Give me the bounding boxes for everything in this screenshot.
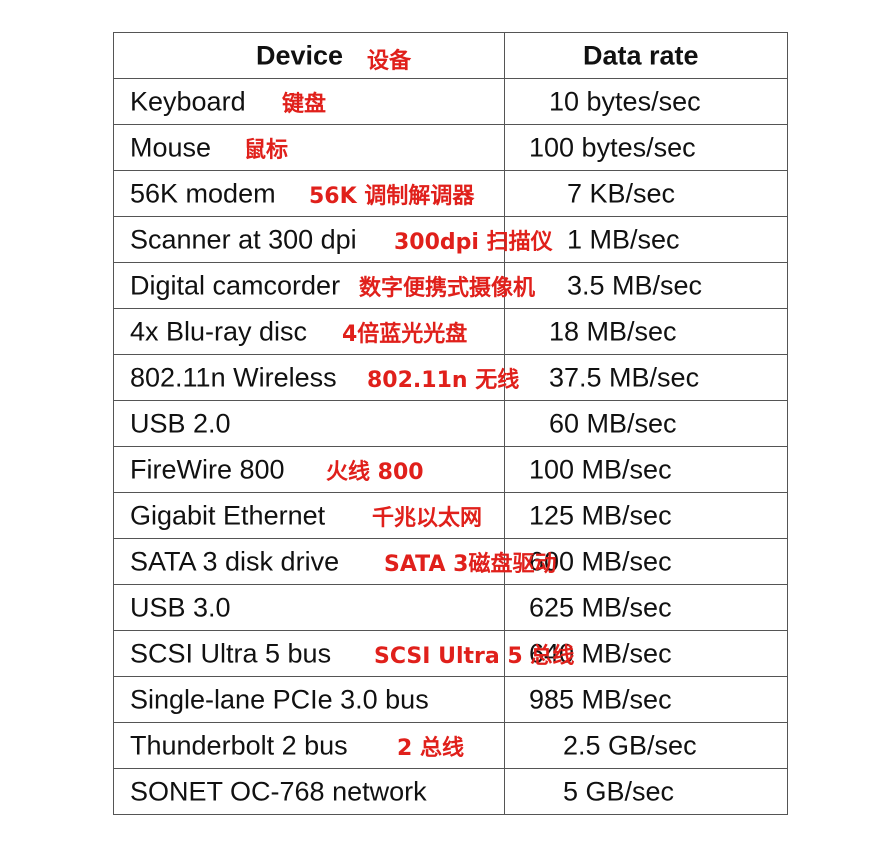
device-name: 56K modem [130, 178, 276, 208]
device-cell: Keyboard 键盘 [113, 78, 505, 125]
device-name: Single-lane PCIe 3.0 bus [130, 684, 429, 714]
device-name-zh: SATA 3磁盘驱动 [384, 551, 557, 577]
data-rate-value: 100 bytes/sec [529, 132, 696, 162]
table-header-row: Device 设备 Data rate [113, 32, 788, 79]
device-name: Keyboard [130, 86, 246, 116]
device-name-zh: 300dpi 扫描仪 [394, 229, 553, 255]
data-rate-value: 125 MB/sec [529, 500, 672, 530]
device-name-zh: 56K 调制解调器 [309, 183, 475, 209]
data-rate-value: 18 MB/sec [549, 316, 677, 346]
data-rate-value: 985 MB/sec [529, 684, 672, 714]
device-cell: USB 2.0 [113, 400, 505, 447]
device-name: Mouse [130, 132, 212, 162]
device-name: USB 3.0 [130, 592, 231, 622]
device-cell: FireWire 800 火线 800 [113, 446, 505, 493]
device-cell: Gigabit Ethernet 千兆以太网 [113, 492, 505, 539]
data-rate-cell: 100 MB/sec [504, 446, 788, 493]
table-row: SONET OC-768 network 5 GB/sec [113, 768, 788, 815]
data-rate-header-label: Data rate [583, 40, 699, 70]
device-name-zh: 键盘 [282, 91, 327, 117]
table-row: SCSI Ultra 5 bus SCSI Ultra 5 总线 640 MB/se… [113, 630, 788, 677]
data-rate-table: Device 设备 Data rate Keyboard 键盘 10 bytes/s… [113, 32, 788, 815]
table-row: Single-lane PCIe 3.0 bus 985 MB/sec [113, 676, 788, 723]
device-name: 802.11n Wireless [130, 362, 337, 392]
data-rate-value: 5 GB/sec [563, 776, 675, 806]
table-row: 4x Blu-ray disc 4倍蓝光光盘 18 MB/sec [113, 308, 788, 355]
table-row: 802.11n Wireless 802.11n 无线 37.5 MB/sec [113, 354, 788, 401]
data-rate-value: 3.5 MB/sec [567, 270, 703, 300]
data-rate-cell: 5 GB/sec [504, 768, 788, 815]
device-cell: SATA 3 disk drive SATA 3磁盘驱动 [113, 538, 556, 585]
device-cell: Mouse 鼠标 [113, 124, 505, 171]
device-name: SATA 3 disk drive [130, 546, 340, 576]
device-name-zh: 鼠标 [244, 137, 289, 163]
data-rate-cell: 37.5 MB/sec [504, 354, 788, 401]
data-rate-value: 2.5 GB/sec [563, 730, 697, 760]
device-cell: USB 3.0 [113, 584, 505, 631]
data-rate-cell: 60 MB/sec [504, 400, 788, 447]
table-row: Mouse 鼠标 100 bytes/sec [113, 124, 788, 171]
device-cell: Digital camcorder 数字便携式摄像机 [113, 262, 535, 309]
device-name: USB 2.0 [130, 408, 231, 438]
device-cell: Scanner at 300 dpi 300dpi 扫描仪 [113, 216, 553, 263]
table-row: 56K modem 56K 调制解调器 7 KB/sec [113, 170, 788, 217]
data-rate-cell: 7 KB/sec [504, 170, 788, 217]
device-column-header: Device 设备 [113, 32, 505, 79]
table-row: Thunderbolt 2 bus 2 总线 2.5 GB/sec [113, 722, 788, 769]
device-header-label: Device [256, 40, 344, 70]
device-name: Thunderbolt 2 bus [130, 730, 348, 760]
device-name: SONET OC-768 network [130, 776, 427, 806]
device-name-zh: 2 总线 [397, 735, 464, 761]
device-cell: 56K modem 56K 调制解调器 [113, 170, 505, 217]
data-rate-cell: 10 bytes/sec [504, 78, 788, 125]
data-rate-cell: 100 bytes/sec [504, 124, 788, 171]
device-cell: 4x Blu-ray disc 4倍蓝光光盘 [113, 308, 505, 355]
device-cell: Thunderbolt 2 bus 2 总线 [113, 722, 505, 769]
device-name-zh: 火线 800 [326, 459, 424, 485]
device-name: Scanner at 300 dpi [130, 224, 357, 254]
device-name: SCSI Ultra 5 bus [130, 638, 332, 668]
data-rate-value: 7 KB/sec [567, 178, 676, 208]
table-row: Keyboard 键盘 10 bytes/sec [113, 78, 788, 125]
table-row: USB 3.0 625 MB/sec [113, 584, 788, 631]
data-rate-value: 37.5 MB/sec [549, 362, 700, 392]
device-name-zh: 千兆以太网 [372, 505, 483, 531]
table-row: FireWire 800 火线 800 100 MB/sec [113, 446, 788, 493]
data-rate-cell: 3.5 MB/sec [504, 262, 788, 309]
device-name: 4x Blu-ray disc [130, 316, 308, 346]
table-row: USB 2.0 60 MB/sec [113, 400, 788, 447]
device-header-zh-label: 设备 [367, 48, 412, 74]
device-name-zh: 数字便携式摄像机 [359, 275, 536, 301]
data-rate-cell: 2.5 GB/sec [504, 722, 788, 769]
table-row: Gigabit Ethernet 千兆以太网 125 MB/sec [113, 492, 788, 539]
table-row: Scanner at 300 dpi 300dpi 扫描仪 1 MB/sec [113, 216, 788, 263]
device-name: FireWire 800 [130, 454, 285, 484]
table-row: SATA 3 disk drive SATA 3磁盘驱动 600 MB/sec [113, 538, 788, 585]
device-name: Digital camcorder [130, 270, 341, 300]
device-name-zh: SCSI Ultra 5 总线 [374, 643, 575, 669]
device-name-zh: 802.11n 无线 [367, 367, 520, 393]
device-name-zh: 4倍蓝光光盘 [342, 321, 468, 347]
data-rate-value: 10 bytes/sec [549, 86, 701, 116]
device-cell: SONET OC-768 network [113, 768, 505, 815]
table-row: Digital camcorder 数字便携式摄像机 3.5 MB/sec [113, 262, 788, 309]
data-rate-value: 1 MB/sec [567, 224, 680, 254]
data-rate-cell: 18 MB/sec [504, 308, 788, 355]
device-cell: Single-lane PCIe 3.0 bus [113, 676, 505, 723]
device-name: Gigabit Ethernet [130, 500, 326, 530]
device-cell: SCSI Ultra 5 bus SCSI Ultra 5 总线 [113, 630, 574, 677]
data-rate-value: 100 MB/sec [529, 454, 672, 484]
data-rate-value: 60 MB/sec [549, 408, 677, 438]
data-rate-cell: 625 MB/sec [504, 584, 788, 631]
data-rate-cell: 985 MB/sec [504, 676, 788, 723]
data-rate-cell: 125 MB/sec [504, 492, 788, 539]
data-rate-value: 625 MB/sec [529, 592, 672, 622]
data-rate-column-header: Data rate [504, 32, 788, 79]
device-cell: 802.11n Wireless 802.11n 无线 [113, 354, 519, 401]
